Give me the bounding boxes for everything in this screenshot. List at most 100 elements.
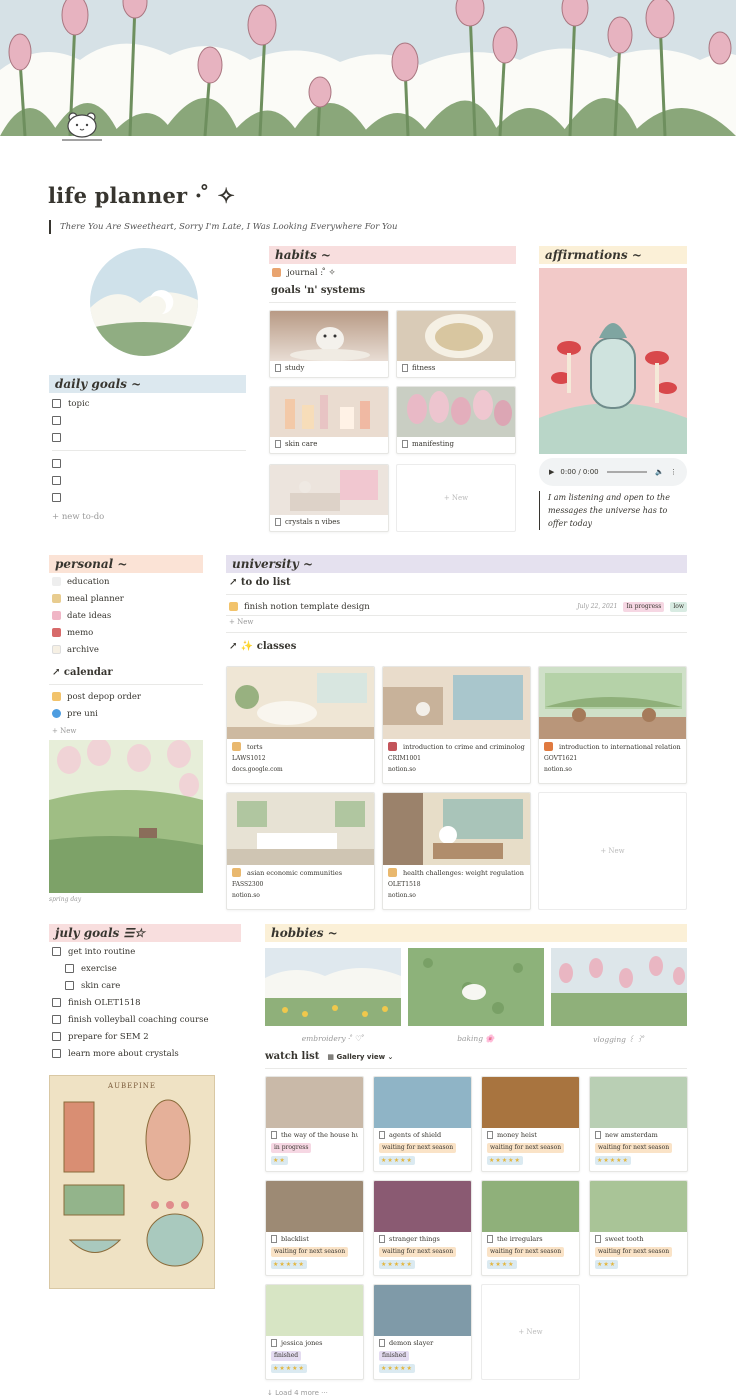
class-card[interactable]: torts LAWS1012 docs.google.com	[226, 666, 375, 784]
more-options-icon[interactable]: ⋮	[670, 468, 677, 476]
page-icon	[487, 1131, 493, 1139]
rating-stars: ★★★★★	[271, 1260, 307, 1269]
daily-goal-item[interactable]	[52, 489, 246, 506]
new-watch-card[interactable]: + New	[481, 1284, 580, 1380]
habit-card-skin-care[interactable]: skin care	[269, 386, 389, 454]
habit-card-fitness[interactable]: fitness	[396, 310, 516, 378]
hobby-label[interactable]: embroidery · ̊ ♡ ̊	[265, 1034, 401, 1043]
checkbox[interactable]	[52, 399, 61, 408]
audio-progress-bar[interactable]	[606, 471, 648, 473]
personal-item-memo[interactable]: memo	[52, 624, 202, 641]
class-card[interactable]: health challenges: weight regulation OLE…	[382, 792, 531, 910]
checkbox[interactable]	[52, 998, 61, 1007]
checkbox[interactable]	[52, 433, 61, 442]
watch-list-card[interactable]: money heist waiting for next season ★★★★★	[481, 1076, 580, 1172]
july-goal-item[interactable]: get into routine	[52, 943, 242, 960]
habit-card-manifesting[interactable]: manifesting	[396, 386, 516, 454]
personal-item-meal-planner[interactable]: meal planner	[52, 590, 202, 607]
mushroom-icon	[52, 628, 61, 637]
play-icon[interactable]: ▶	[549, 468, 554, 476]
audio-player[interactable]: ▶ 0:00 / 0:00 🔈 ⋮	[539, 458, 687, 486]
new-calendar-button[interactable]: + New	[52, 722, 202, 739]
goals-systems-heading: goals 'n' systems	[271, 285, 366, 296]
class-card[interactable]: asian economic communities FASS2300 noti…	[226, 792, 375, 910]
watch-list-card[interactable]: the irregulars waiting for next season ★★★…	[481, 1180, 580, 1276]
checkbox[interactable]	[52, 1015, 61, 1024]
habit-card-crystals[interactable]: crystals n vibes	[269, 464, 389, 532]
sakura-icon	[52, 611, 61, 620]
checkbox[interactable]	[52, 476, 61, 485]
volume-icon[interactable]: 🔈	[655, 468, 664, 476]
calendar-heading[interactable]: ↗ calendar	[52, 667, 113, 678]
todo-row[interactable]: finish notion template design July 22, 2…	[229, 598, 687, 615]
class-image	[539, 667, 686, 739]
daily-goal-item[interactable]	[52, 429, 246, 446]
new-habit-card[interactable]: + New	[396, 464, 516, 532]
hobby-label[interactable]: baking 🌸	[408, 1034, 544, 1043]
checkbox[interactable]	[52, 493, 61, 502]
checkbox[interactable]	[52, 416, 61, 425]
watch-list-card[interactable]: stranger things waiting for next season ★★…	[373, 1180, 472, 1276]
hobby-label[interactable]: vlogging ꒰ ꒱ ̊	[551, 1034, 687, 1044]
calendar-list: post depop order pre uni + New	[52, 688, 202, 739]
daily-goal-item[interactable]	[52, 472, 246, 489]
watch-list-card[interactable]: jessica jones finished ★★★★★	[265, 1284, 364, 1380]
calendar-item[interactable]: pre uni	[52, 705, 202, 722]
class-card[interactable]: introduction to international relations …	[538, 666, 687, 784]
gallery-view-dropdown[interactable]: ▦ Gallery view ⌄	[327, 1053, 393, 1061]
daily-goal-item[interactable]: topic	[52, 395, 246, 412]
july-goal-item[interactable]: skin care	[52, 977, 242, 994]
july-goal-item[interactable]: finish OLET1518	[52, 994, 242, 1011]
checkbox[interactable]	[52, 459, 61, 468]
watch-list-card[interactable]: blacklist waiting for next season ★★★★★	[265, 1180, 364, 1276]
page-icon	[379, 1235, 385, 1243]
calendar-item[interactable]: post depop order	[52, 688, 202, 705]
classes-heading[interactable]: ↗ ✨ classes	[229, 641, 296, 652]
daily-goal-item[interactable]	[52, 412, 246, 429]
page-icon	[271, 1235, 277, 1243]
july-goal-item[interactable]: learn more about crystals	[52, 1045, 242, 1062]
watch-list-card[interactable]: new amsterdam waiting for next season ★★★★…	[589, 1076, 688, 1172]
july-goal-item[interactable]: exercise	[52, 960, 242, 977]
checkbox[interactable]	[52, 947, 61, 956]
july-goal-item[interactable]: finish volleyball coaching course	[52, 1011, 242, 1028]
new-todo-row-button[interactable]: + New	[229, 618, 253, 626]
rating-stars: ★★	[271, 1156, 288, 1165]
july-goal-item[interactable]: prepare for SEM 2	[52, 1028, 242, 1045]
watch-list-card[interactable]: demon slayer finished ★★★★★	[373, 1284, 472, 1380]
watch-list-card[interactable]: sweet tooth waiting for next season ★★★	[589, 1180, 688, 1276]
class-image	[227, 667, 374, 739]
page-icon	[595, 1235, 601, 1243]
personal-item-education[interactable]: education	[52, 573, 202, 590]
daily-goal-item[interactable]	[52, 455, 246, 472]
journal-link[interactable]: journal : ̊ ✧	[272, 264, 336, 281]
divider	[226, 632, 687, 633]
page-quote: There You Are Sweetheart, Sorry I'm Late…	[49, 220, 398, 234]
watch-list-card[interactable]: agents of shield waiting for next season ★…	[373, 1076, 472, 1172]
new-todo-button[interactable]: + new to-do	[52, 508, 246, 525]
status-badge[interactable]: In progress	[623, 601, 665, 612]
priority-badge[interactable]: low	[670, 601, 687, 612]
page-icon	[595, 1131, 601, 1139]
checkbox[interactable]	[65, 964, 74, 973]
fitness-image	[397, 311, 515, 361]
show-poster	[482, 1181, 579, 1232]
show-poster	[266, 1077, 363, 1128]
personal-item-archive[interactable]: archive	[52, 641, 202, 658]
personal-item-date-ideas[interactable]: date ideas	[52, 607, 202, 624]
class-card[interactable]: introduction to crime and criminology CR…	[382, 666, 531, 784]
todo-heading[interactable]: ↗ to do list	[229, 577, 291, 588]
checkbox[interactable]	[65, 981, 74, 990]
chevron-down-icon: ⌄	[385, 1052, 394, 1061]
status-badge: waiting for next season	[379, 1143, 457, 1153]
habit-card-study[interactable]: study	[269, 310, 389, 378]
book-icon	[388, 868, 397, 877]
status-badge: waiting for next season	[271, 1247, 349, 1257]
checkbox[interactable]	[52, 1049, 61, 1058]
skin-care-image	[270, 387, 388, 437]
checkbox[interactable]	[52, 1032, 61, 1041]
status-badge: in progress	[271, 1143, 312, 1153]
new-class-card[interactable]: + New	[538, 792, 687, 910]
load-more-button[interactable]: ↓ Load 4 more ···	[267, 1389, 328, 1397]
watch-list-card[interactable]: the way of the house hus...in progress★★	[265, 1076, 364, 1172]
